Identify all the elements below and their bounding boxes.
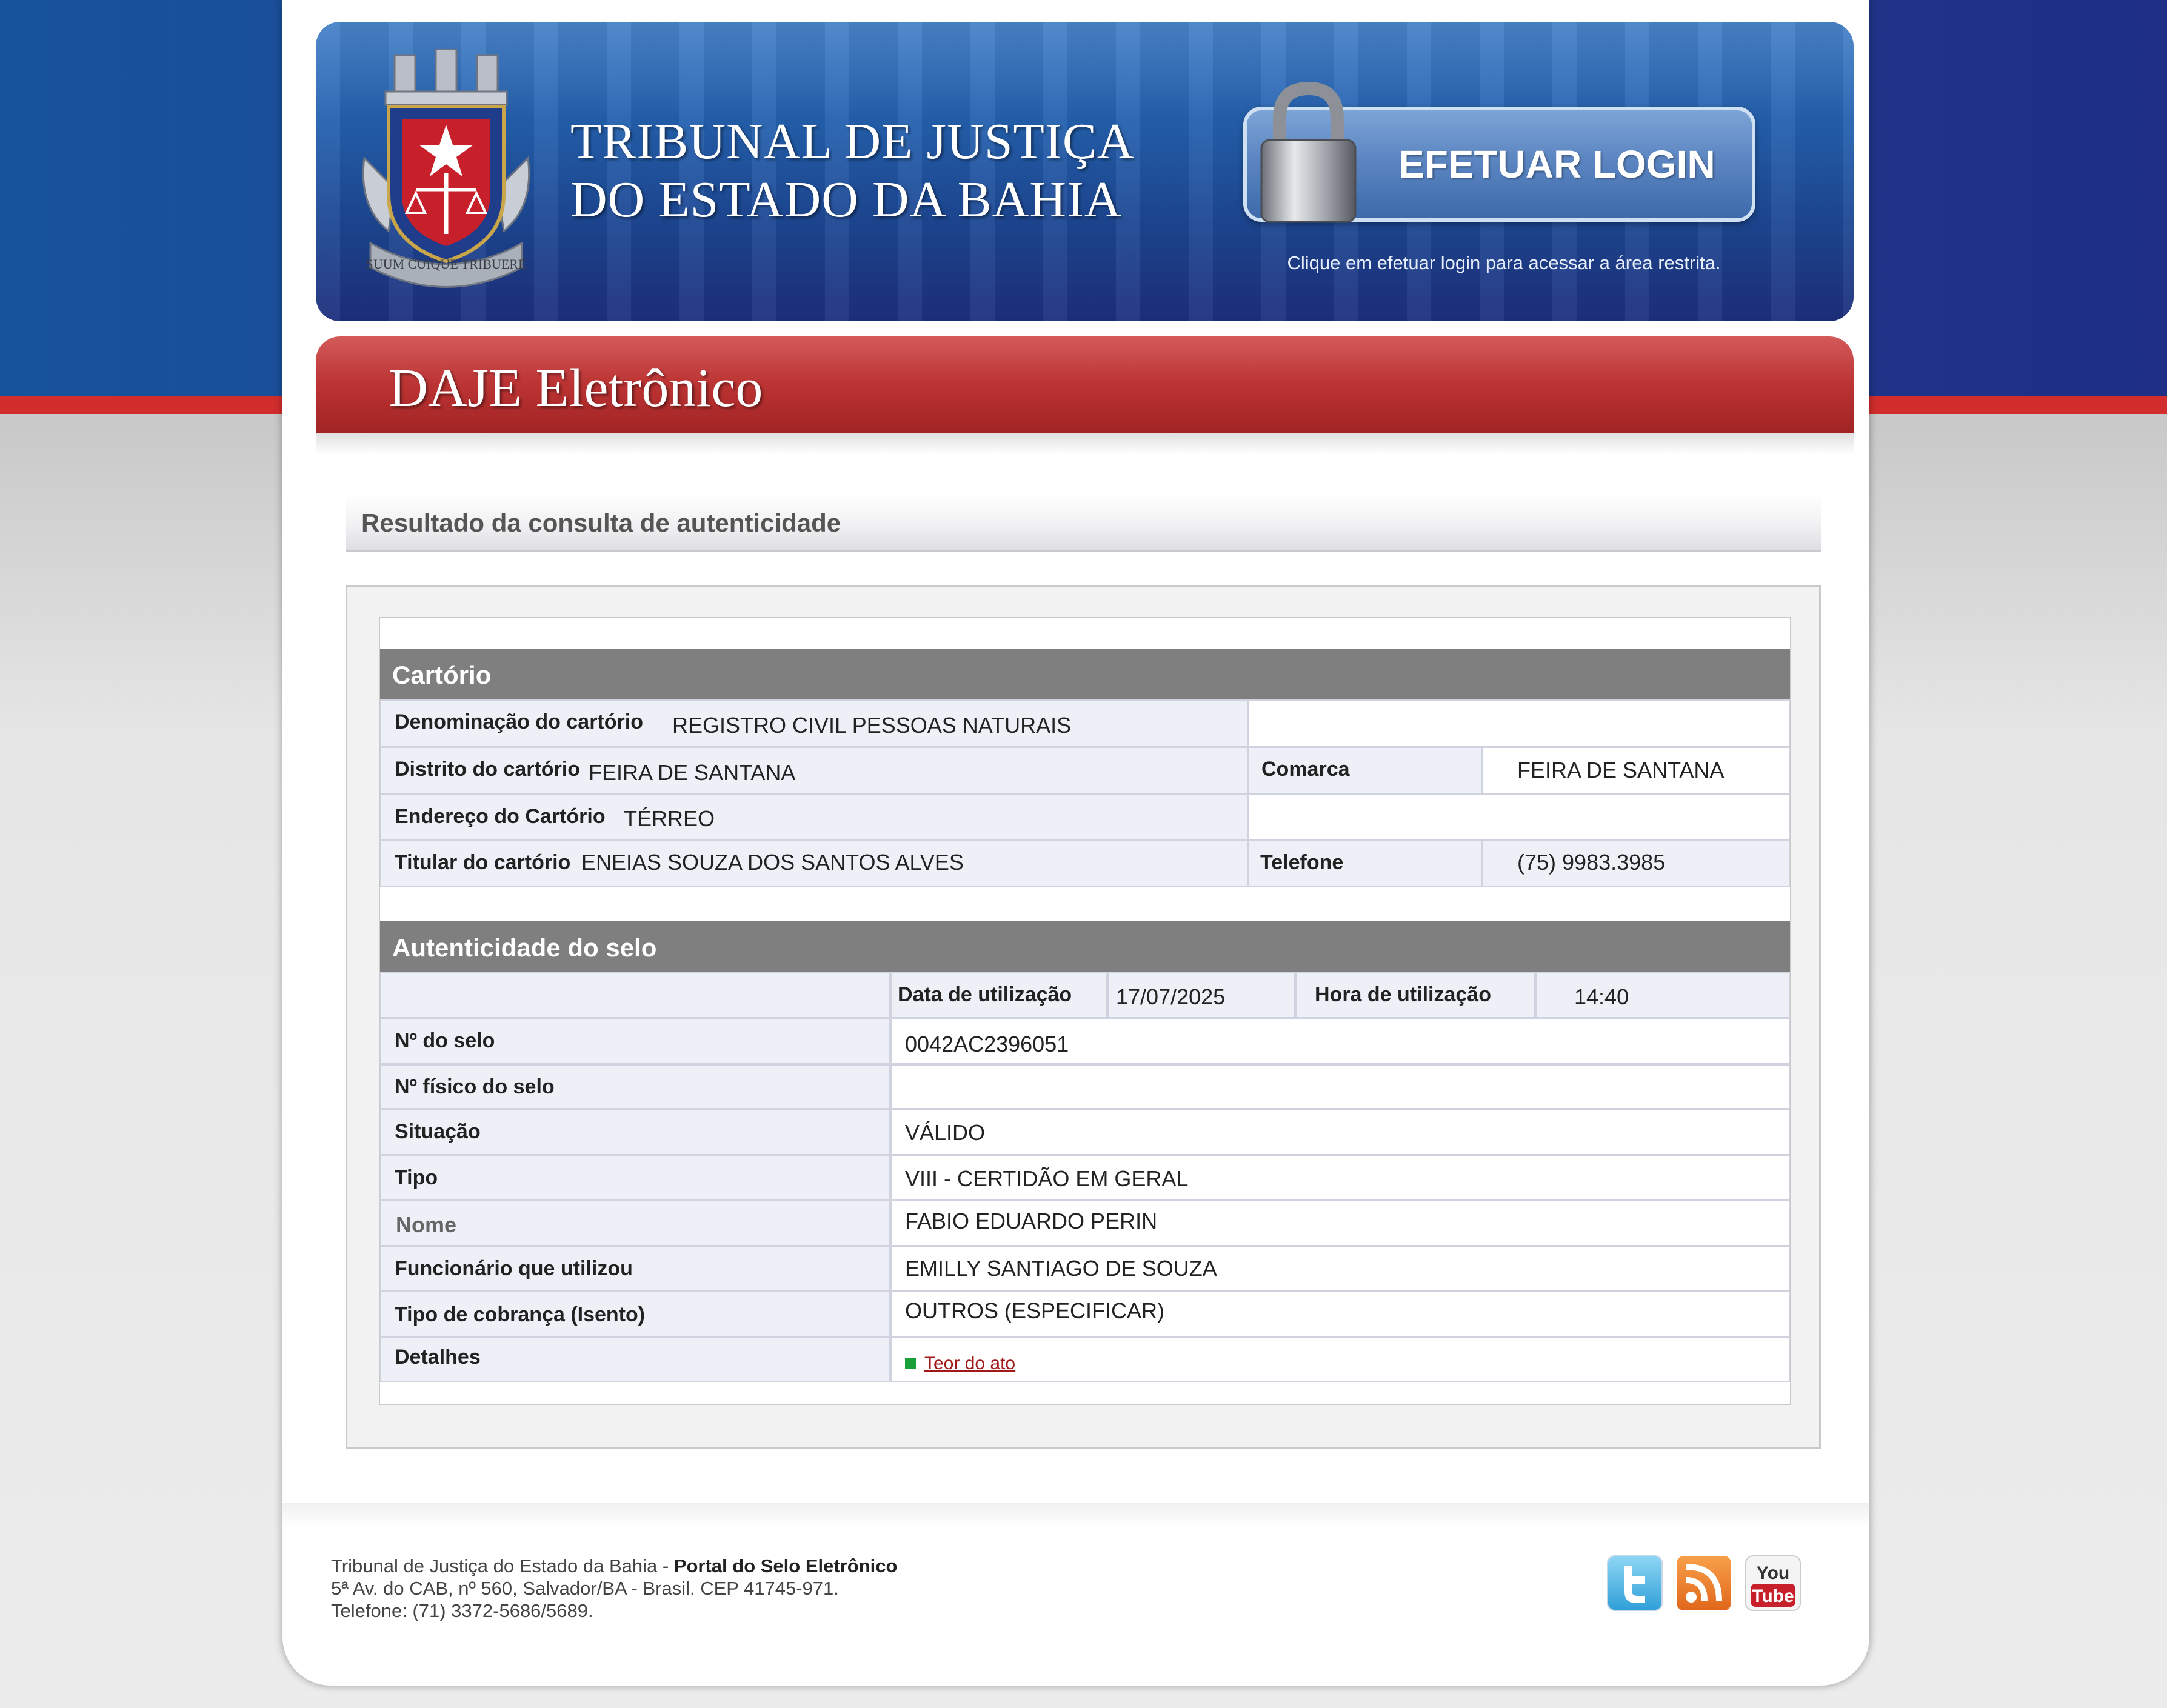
footer-address: 5ª Av. do CAB, nº 560, Salvador/BA - Bra… (331, 1578, 839, 1599)
data-label: Data de utilização (898, 983, 1072, 1006)
footer-org: Tribunal de Justiça do Estado da Bahia - (331, 1555, 674, 1576)
distrito-row: Distrito do cartório FEIRA DE SANTANA (380, 747, 1248, 794)
rss-icon[interactable] (1675, 1555, 1732, 1612)
detalhes-value-cell: Teor do ato (890, 1337, 1790, 1382)
detalhes-label: Detalhes (395, 1346, 481, 1369)
twitter-icon[interactable] (1606, 1555, 1663, 1612)
numero-value-cell: 0042AC2396051 (890, 1018, 1790, 1064)
situacao-value-cell: VÁLIDO (890, 1109, 1790, 1155)
cartorio-heading: Cartório (380, 649, 1790, 699)
endereco-empty (1248, 794, 1790, 840)
login-hint: Clique em efetuar login para acessar a á… (1287, 252, 1721, 273)
comarca-value: FEIRA DE SANTANA (1517, 758, 1725, 782)
numero-value: 0042AC2396051 (905, 1032, 1069, 1056)
data-value-cell: 17/07/2025 (1107, 972, 1295, 1018)
endereco-label: Endereço do Cartório (395, 805, 606, 828)
telefone-label: Telefone (1260, 851, 1344, 874)
login-button-label: EFETUAR LOGIN (1398, 142, 1715, 186)
cobranca-label: Tipo de cobrança (Isento) (395, 1303, 646, 1326)
endereco-row: Endereço do Cartório TÉRREO (380, 794, 1248, 840)
youtube-icon[interactable]: You Tube (1745, 1555, 1801, 1612)
titular-label: Titular do cartório (395, 851, 571, 874)
teor-link-wrapper: Teor do ato (905, 1349, 1015, 1375)
nome-label-cell: Nome (380, 1200, 890, 1246)
result-inner-box: Cartório Denominação do cartório REGISTR… (379, 617, 1791, 1405)
section-bar: DAJE Eletrônico (316, 336, 1854, 455)
hora-label-cell: Hora de utilização (1295, 972, 1535, 1018)
fisico-value-cell (890, 1064, 1790, 1109)
court-title-line2: DO ESTADO DA BAHIA (570, 172, 1122, 228)
youtube-tube: Tube (1752, 1586, 1794, 1606)
comarca-label-cell: Comarca (1248, 747, 1482, 794)
funcionario-label: Funcionário que utilizou (395, 1257, 633, 1280)
tipo-label-cell: Tipo (380, 1155, 890, 1200)
hora-value-cell: 14:40 (1535, 972, 1790, 1018)
cobranca-value-cell: OUTROS (ESPECIFICAR) (890, 1291, 1790, 1337)
coat-of-arms-icon: SUUM CUIQUE TRIBUERE (362, 49, 530, 288)
footer-portal: Portal do Selo Eletrônico (673, 1555, 898, 1576)
padlock-icon (1260, 82, 1357, 223)
youtube-you: You (1757, 1563, 1789, 1583)
tipo-value: VIII - CERTIDÃO EM GERAL (905, 1166, 1189, 1191)
fisico-label: Nº físico do selo (395, 1075, 555, 1098)
endereco-value: TÉRREO (624, 806, 715, 831)
tipo-value-cell: VIII - CERTIDÃO EM GERAL (890, 1155, 1790, 1200)
cobranca-value: OUTROS (ESPECIFICAR) (905, 1298, 1165, 1323)
detalhes-label-cell: Detalhes (380, 1337, 890, 1382)
telefone-value-cell: (75) 9983.3985 (1482, 840, 1790, 887)
page-container: SUUM CUIQUE TRIBUERE TRIBUNAL DE JUSTIÇA… (282, 0, 1869, 1686)
result-header: Resultado da consulta de autenticidade (346, 494, 1821, 552)
denominacao-label: Denominação do cartório (395, 710, 643, 733)
denominacao-row: Denominação do cartório REGISTRO CIVIL P… (380, 699, 1248, 747)
court-title: TRIBUNAL DE JUSTIÇA DO ESTADO DA BAHIA (570, 113, 1135, 229)
fisico-label-cell: Nº físico do selo (380, 1064, 890, 1109)
teor-do-ato-link[interactable]: Teor do ato (924, 1353, 1015, 1373)
titular-row: Titular do cartório ENEIAS SOUZA DOS SAN… (380, 840, 1248, 887)
tipo-label: Tipo (395, 1166, 438, 1189)
numero-label-cell: Nº do selo (380, 1018, 890, 1064)
situacao-label: Situação (395, 1120, 481, 1143)
footer-info: Tribunal de Justiça do Estado da Bahia -… (331, 1555, 897, 1622)
nome-value: FABIO EDUARDO PERIN (905, 1209, 1158, 1233)
hora-label: Hora de utilização (1315, 983, 1491, 1006)
crest-motto: SUUM CUIQUE TRIBUERE (366, 256, 527, 272)
comarca-label: Comarca (1261, 758, 1350, 781)
numero-label: Nº do selo (395, 1029, 495, 1052)
titular-value: ENEIAS SOUZA DOS SANTOS ALVES (581, 850, 964, 875)
header-banner: SUUM CUIQUE TRIBUERE TRIBUNAL DE JUSTIÇA… (316, 22, 1854, 321)
cobranca-label-cell: Tipo de cobrança (Isento) (380, 1291, 890, 1337)
denominacao-value: REGISTRO CIVIL PESSOAS NATURAIS (672, 713, 1072, 738)
data-value: 17/07/2025 (1116, 984, 1226, 1009)
telefone-value: (75) 9983.3985 (1517, 850, 1666, 875)
funcionario-label-cell: Funcionário que utilizou (380, 1246, 890, 1291)
section-title: DAJE Eletrônico (389, 358, 763, 418)
denominacao-empty (1248, 699, 1790, 747)
footer-phone: Telefone: (71) 3372-5686/5689. (331, 1600, 593, 1621)
nome-label: Nome (396, 1212, 457, 1237)
result-title: Resultado da consulta de autenticidade (361, 509, 841, 537)
situacao-value: VÁLIDO (905, 1120, 986, 1145)
data-label-cell: Data de utilização (890, 972, 1107, 1018)
funcionario-value-cell: EMILLY SANTIAGO DE SOUZA (890, 1246, 1790, 1291)
situacao-label-cell: Situação (380, 1109, 890, 1155)
nome-value-cell: FABIO EDUARDO PERIN (890, 1200, 1790, 1246)
hora-value: 14:40 (1574, 984, 1629, 1009)
funcionario-value: EMILLY SANTIAGO DE SOUZA (905, 1256, 1217, 1281)
comarca-value-cell: FEIRA DE SANTANA (1482, 747, 1790, 794)
footer-line1: Tribunal de Justiça do Estado da Bahia -… (331, 1555, 897, 1577)
distrito-value: FEIRA DE SANTANA (589, 760, 796, 785)
court-title-line1: TRIBUNAL DE JUSTIÇA (570, 113, 1135, 170)
selo-heading: Autenticidade do selo (380, 921, 1790, 972)
selo-blank-cell (380, 972, 890, 1018)
bullet-icon (905, 1358, 916, 1369)
result-panel: Cartório Denominação do cartório REGISTR… (346, 585, 1821, 1449)
telefone-label-cell: Telefone (1248, 840, 1482, 887)
distrito-label: Distrito do cartório (395, 758, 581, 781)
